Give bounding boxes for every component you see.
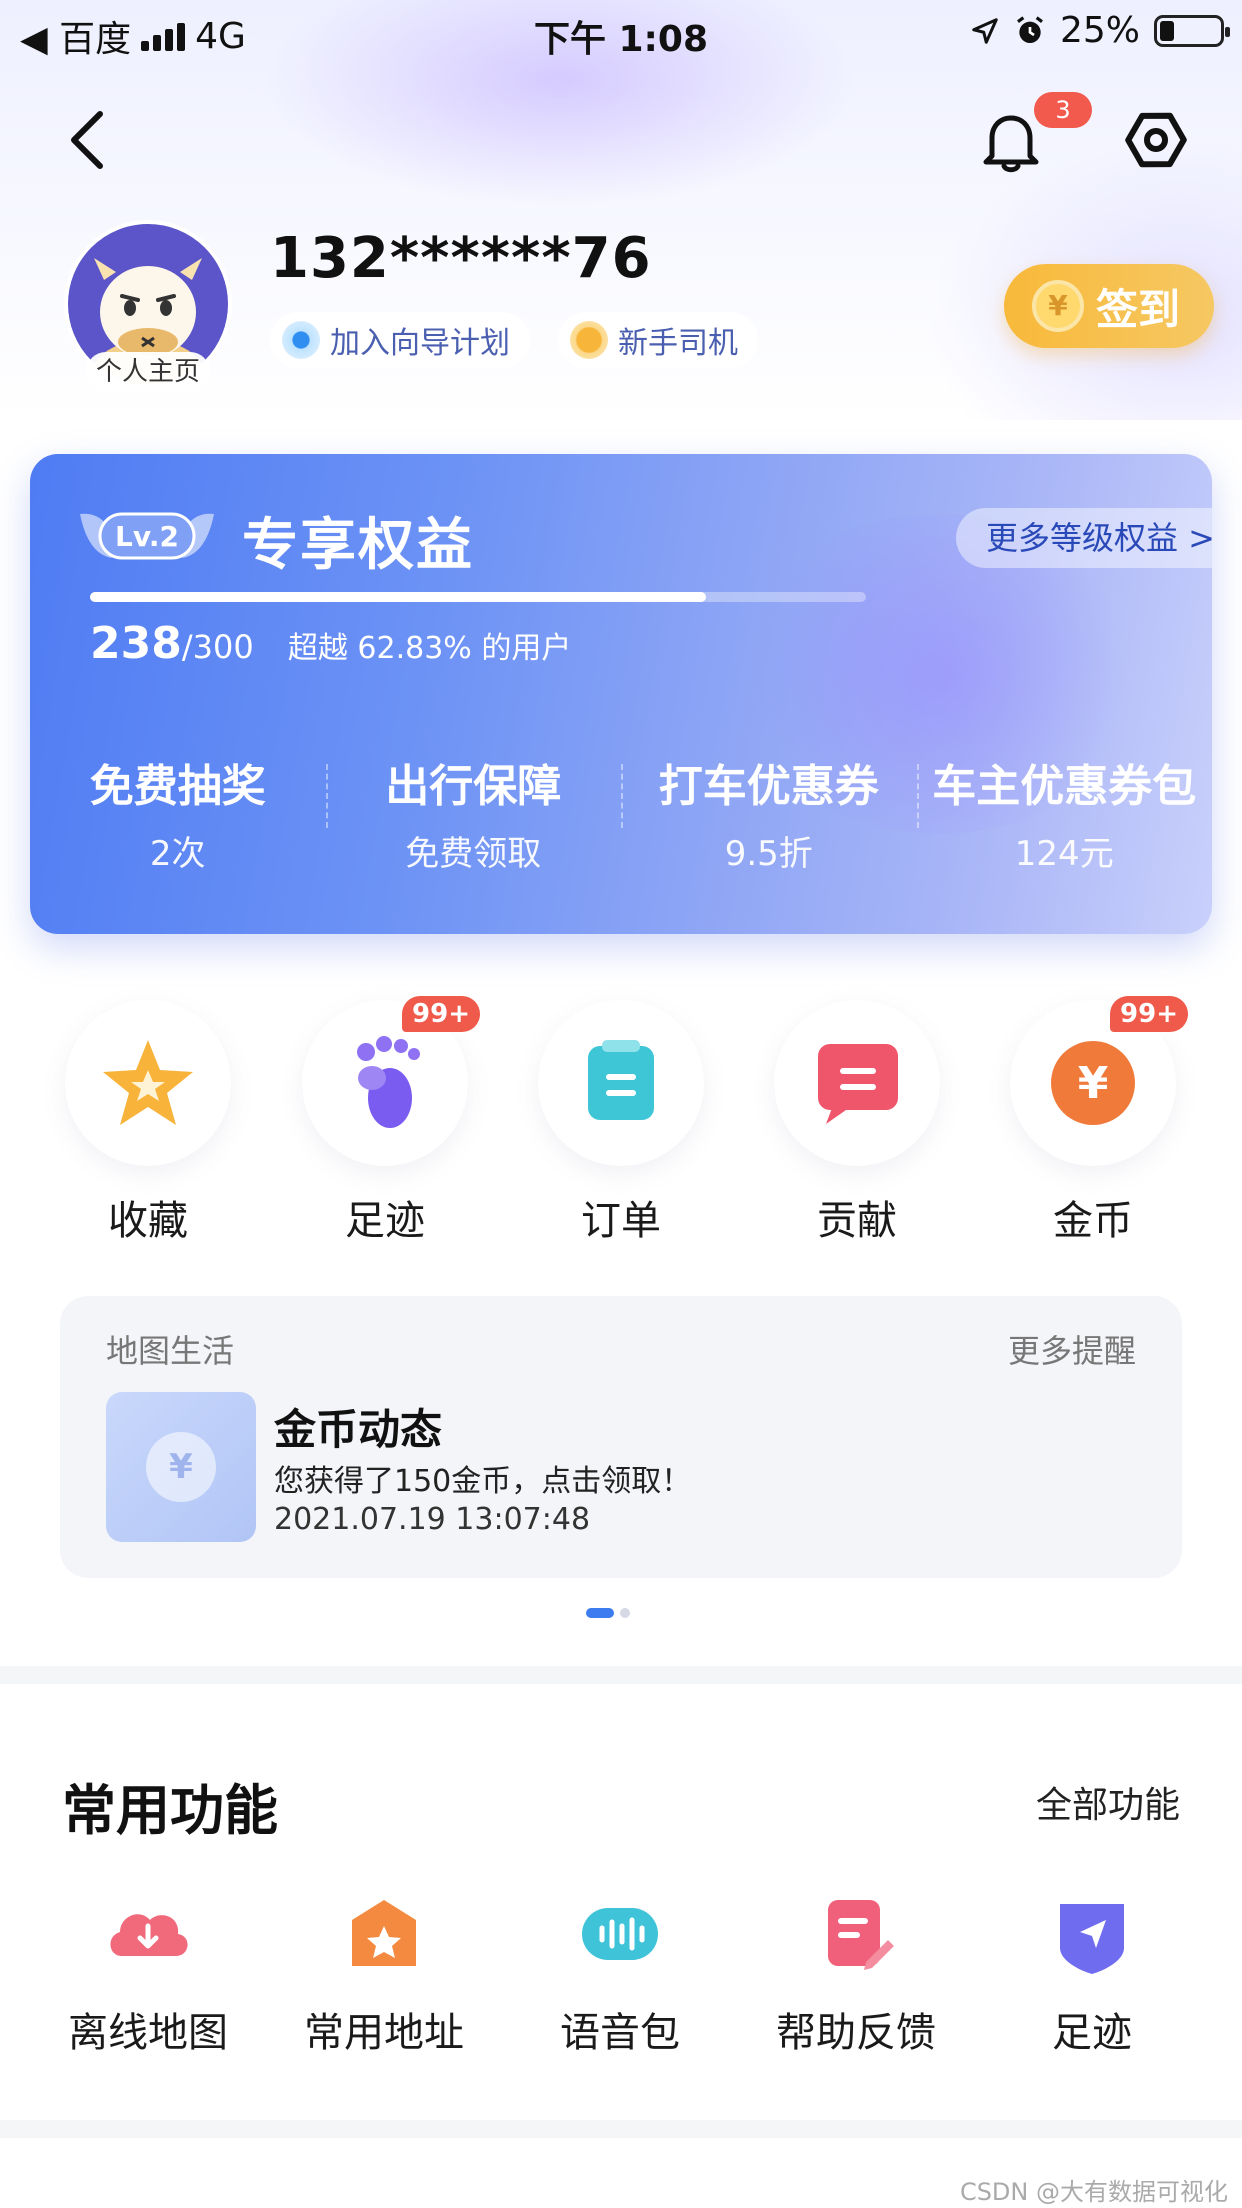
quick-favorites[interactable]: 收藏 [63, 1000, 233, 1246]
quick-footprints[interactable]: 99+ 足迹 [300, 996, 480, 1246]
order-icon [588, 1040, 654, 1120]
feedback-icon [828, 1900, 894, 1970]
coin-news-message: 您获得了150金币，点击领取！ [274, 1464, 692, 1499]
new-driver-chip[interactable]: 新手司机 [558, 312, 758, 368]
carousel-indicator [586, 1608, 630, 1618]
level-text: Lv.2 [115, 520, 179, 553]
benefit-item-travel-insurance[interactable]: 出行保障 免费领取 [325, 750, 622, 874]
benefit-sub: 免费领取 [405, 834, 542, 874]
quick-icon-bg: ¥ 99+ [1010, 996, 1188, 1166]
status-bar: ◀ 百度 4G 下午 1:08 25% [0, 0, 1242, 62]
func-label: 足迹 [1052, 2010, 1132, 2056]
footprint-shield-icon [1060, 1904, 1124, 1974]
func-label: 离线地图 [68, 2010, 228, 2056]
coin-icon: ¥ [1032, 280, 1084, 332]
voice-pack-icon [582, 1908, 658, 1960]
more-level-benefits-link[interactable]: 更多等级权益 > [956, 508, 1212, 568]
guide-plan-chip[interactable]: 加入向导计划 [270, 312, 530, 368]
map-life-header: 地图生活 [106, 1332, 235, 1370]
level-progress-bar [90, 592, 866, 602]
battery-percent: 25% [1059, 10, 1140, 51]
section-divider [0, 2120, 1242, 2138]
level-score: 238/300 超越 62.83% 的用户 [90, 618, 571, 669]
coin-news-title: 金币动态 [274, 1405, 443, 1454]
benefit-list: 免费抽奖 2次 出行保障 免费领取 打车优惠券 9.5折 车主优惠券包 124元 [30, 750, 1213, 874]
func-label: 帮助反馈 [776, 2010, 936, 2056]
user-phone: 132******76 [270, 226, 652, 291]
quick-icon-bg [774, 1000, 940, 1166]
score-total: /300 [181, 628, 254, 666]
func-label: 语音包 [560, 2010, 680, 2056]
beyond-text: 超越 62.83% 的用户 [287, 631, 572, 666]
footprint-badge: 99+ [402, 996, 480, 1032]
benefit-item-car-owner-coupon[interactable]: 车主优惠券包 124元 [916, 750, 1213, 874]
quick-label: 收藏 [108, 1198, 188, 1244]
coin-news-thumbnail: ¥ [106, 1392, 256, 1542]
new-driver-label: 新手司机 [618, 326, 738, 361]
benefit-sub: 2次 [149, 834, 206, 874]
map-life-card[interactable]: 地图生活 更多提醒 ¥ 金币动态 您获得了150金币，点击领取！ 2021.07… [60, 1296, 1182, 1578]
quick-label: 金币 [1053, 1198, 1133, 1244]
score-current: 238 [90, 618, 182, 669]
quick-coins[interactable]: ¥ 99+ 金币 [1008, 996, 1188, 1246]
func-voice-pack[interactable]: 语音包 [520, 1886, 720, 2058]
benefit-item-lottery[interactable]: 免费抽奖 2次 [30, 750, 326, 874]
card-title: 专享权益 [242, 513, 474, 578]
level-badge-icon: Lv.2 [80, 512, 214, 560]
star-icon [103, 1040, 193, 1125]
section-divider [0, 1666, 1242, 1684]
coin-badge: 99+ [1110, 996, 1188, 1032]
location-icon [972, 17, 998, 44]
eye-icon [282, 321, 320, 359]
status-right: 25% [970, 10, 1230, 51]
func-offline-map[interactable]: 离线地图 [48, 1886, 248, 2058]
func-footprints[interactable]: 足迹 [992, 1886, 1192, 2058]
func-common-address[interactable]: 常用地址 [284, 1886, 484, 2058]
func-help-feedback[interactable]: 帮助反馈 [756, 1886, 956, 2058]
favorite-address-icon [352, 1900, 416, 1966]
checkin-button[interactable]: ¥ 签到 [1004, 264, 1214, 348]
benefit-title: 打车优惠券 [658, 761, 879, 812]
quick-icon-bg [65, 1000, 231, 1166]
benefits-card[interactable]: Lv.2 专享权益 更多等级权益 > 238/300 超越 62.83% 的用户… [30, 454, 1212, 934]
carousel-dot [620, 1608, 630, 1618]
quick-label: 贡献 [817, 1198, 897, 1244]
quick-label: 足迹 [345, 1198, 425, 1244]
quick-contributions[interactable]: 贡献 [772, 1000, 942, 1246]
checkin-label: 签到 [1096, 284, 1181, 334]
alarm-icon [1017, 15, 1043, 43]
func-label: 常用地址 [304, 2010, 464, 2056]
svg-text:¥: ¥ [1078, 1058, 1109, 1109]
battery-icon [1154, 14, 1230, 47]
common-functions-title: 常用功能 [62, 1779, 278, 1842]
more-reminders-link[interactable]: 更多提醒 [1008, 1326, 1136, 1372]
offline-map-icon [110, 1914, 188, 1956]
level-progress-fill [90, 592, 706, 602]
coin-news-time: 2021.07.19 13:07:48 [274, 1502, 591, 1537]
notification-badge: 3 [1034, 92, 1092, 128]
quick-icon-bg: 99+ [302, 996, 480, 1166]
medal-icon [570, 321, 608, 359]
contribution-icon [818, 1044, 898, 1124]
benefit-sub: 9.5折 [724, 834, 813, 874]
benefit-sub: 124元 [1014, 834, 1114, 874]
benefit-title: 免费抽奖 [89, 761, 266, 812]
quick-orders[interactable]: 订单 [536, 1000, 706, 1246]
benefit-title: 车主优惠券包 [932, 761, 1197, 812]
quick-actions: 收藏 99+ 足迹 订单 贡献 ¥ 99+ 金币 [0, 996, 1242, 1250]
all-functions-link[interactable]: 全部功能 [1036, 1776, 1180, 1828]
quick-label: 订单 [581, 1198, 661, 1244]
back-icon[interactable] [64, 108, 112, 172]
watermark-text: CSDN @大有数据可视化 [959, 2178, 1228, 2206]
benefit-item-taxi-coupon[interactable]: 打车优惠券 9.5折 [621, 750, 917, 874]
quick-icon-bg [538, 1000, 704, 1166]
avatar-label[interactable]: 个人主页 [86, 352, 210, 392]
carousel-dot-active [586, 1608, 614, 1618]
benefit-title: 出行保障 [385, 761, 562, 812]
bell-icon[interactable] [980, 108, 1042, 174]
settings-icon[interactable] [1124, 108, 1188, 172]
yuan-icon: ¥ [146, 1432, 216, 1502]
guide-plan-label: 加入向导计划 [330, 326, 510, 361]
